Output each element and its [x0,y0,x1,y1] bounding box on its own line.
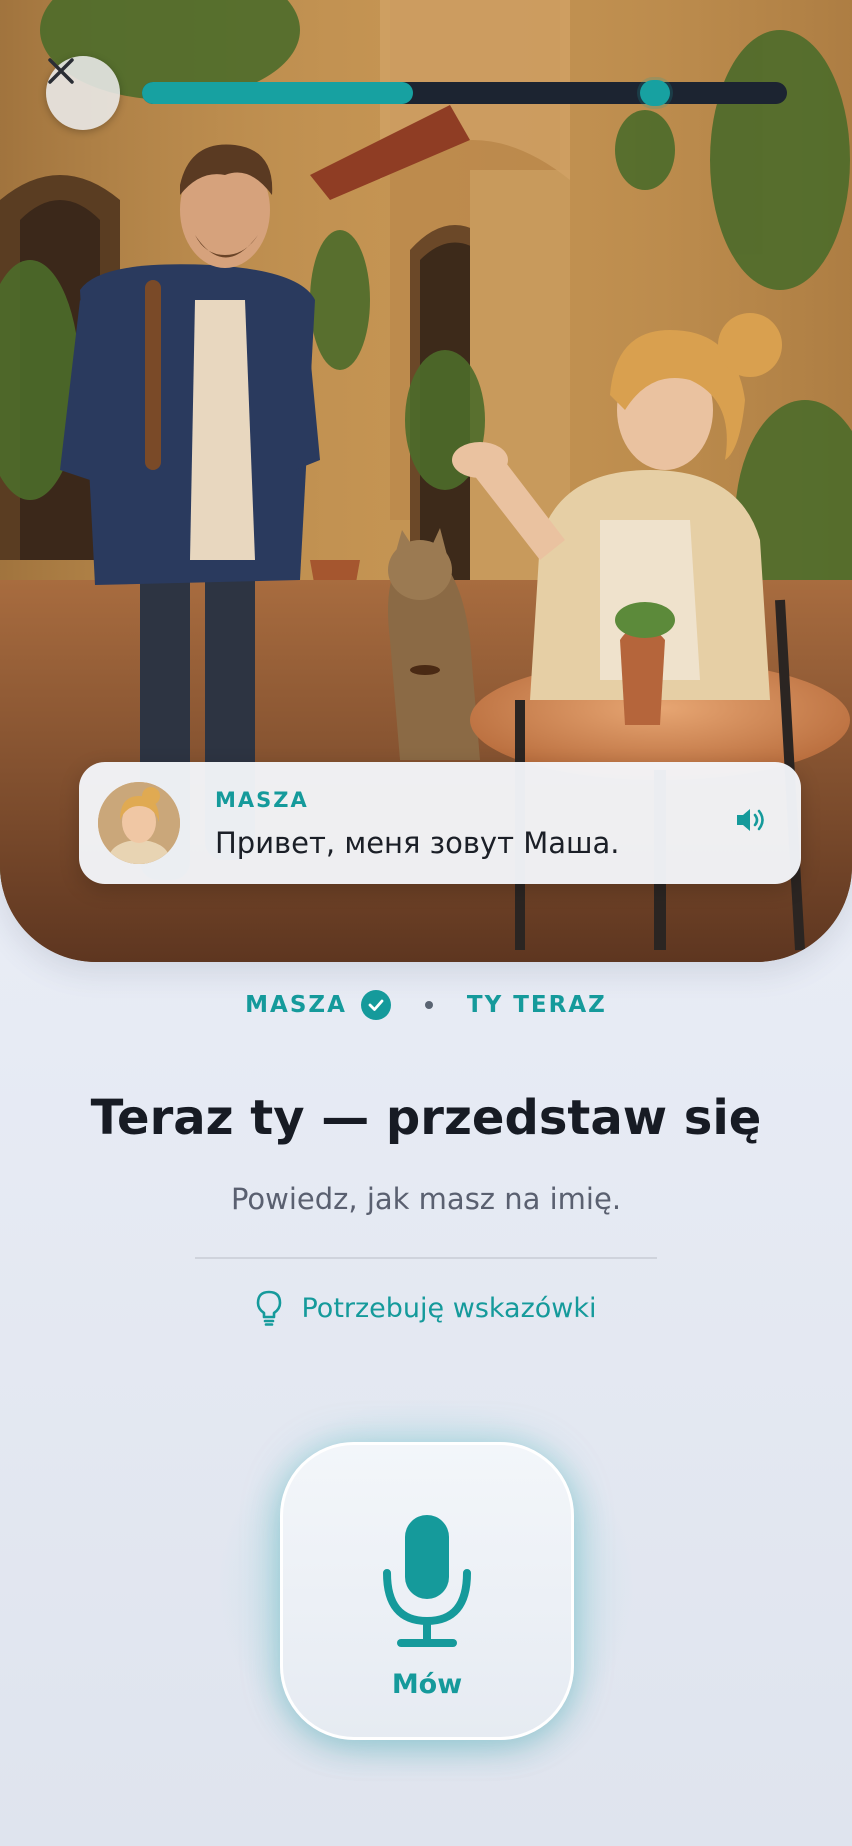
speak-button-label: Mów [391,1669,463,1700]
hint-button[interactable]: Potrzebuję wskazówki [0,1290,852,1326]
lesson-progress-fill [142,82,413,104]
dialogue-line: Привет, меня зовут Маша. [215,826,620,860]
divider [195,1257,657,1259]
speaker-name: MASZA [215,788,309,812]
close-icon [48,58,74,84]
speaker-icon [737,809,764,831]
dialogue-bubble: MASZA Привет, меня зовут Маша. [79,762,801,884]
prompt-title: Teraz ty — przedstaw się [90,1090,762,1146]
lesson-progress-marker [639,80,670,106]
speaker-avatar [98,782,180,864]
play-audio-button[interactable] [735,806,775,842]
microphone-icon [383,1515,471,1647]
check-icon [360,990,391,1020]
close-button[interactable] [46,56,120,130]
step-completed-label: MASZA [245,992,347,1018]
speak-button[interactable]: Mów [280,1442,574,1740]
turn-steps: MASZA TY TERAZ [0,990,852,1020]
hint-label: Potrzebuję wskazówki [301,1292,597,1324]
step-current-label: TY TERAZ [466,992,607,1018]
lightbulb-icon [257,1290,282,1326]
prompt-subtitle: Powiedz, jak masz na imię. [230,1182,622,1216]
step-separator [424,1001,433,1009]
scene-illustration: MASZA Привет, меня зовут Маша. [0,0,852,962]
lesson-progress-bar [142,80,787,106]
